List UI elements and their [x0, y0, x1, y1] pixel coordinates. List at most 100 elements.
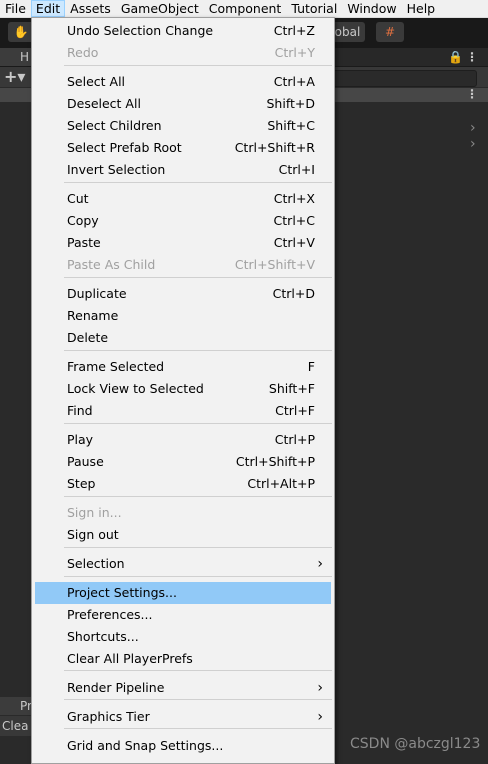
menu-item-graphics-tier[interactable]: Graphics Tier ›	[35, 706, 331, 728]
menu-item-label: Sign in...	[67, 505, 122, 520]
menu-item-label: Shortcuts...	[67, 629, 139, 644]
menu-item-sign-out[interactable]: Sign out	[35, 524, 331, 546]
menu-item-shortcut: Ctrl+X	[273, 191, 315, 206]
menu-item-step[interactable]: Step Ctrl+Alt+P	[35, 473, 331, 495]
menu-assets[interactable]: Assets	[65, 0, 116, 17]
menu-item-project-settings[interactable]: Project Settings...	[35, 582, 331, 604]
menu-item-grid-and-snap-settings[interactable]: Grid and Snap Settings...	[35, 735, 331, 757]
menu-item-undo-selection-change[interactable]: Undo Selection Change Ctrl+Z	[35, 20, 331, 42]
chevron-right-icon[interactable]: ›	[470, 120, 476, 136]
menu-separator	[64, 576, 332, 577]
menu-item-label: Sign out	[67, 527, 119, 542]
menu-item-label: Duplicate	[67, 286, 127, 301]
menu-item-sign-in: Sign in...	[35, 502, 331, 524]
menu-separator	[64, 496, 332, 497]
menu-item-select-children[interactable]: Select Children Shift+C	[35, 115, 331, 137]
menu-item-label: Play	[67, 432, 94, 447]
menu-item-label: Select Prefab Root	[67, 140, 182, 155]
project-tab-label: Pr	[20, 699, 32, 713]
menu-item-select-prefab-root[interactable]: Select Prefab Root Ctrl+Shift+R	[35, 137, 331, 159]
menu-item-label: Project Settings...	[67, 585, 177, 600]
menu-item-redo: Redo Ctrl+Y	[35, 42, 331, 64]
menu-item-label: Paste	[67, 235, 101, 250]
menu-window[interactable]: Window	[342, 0, 401, 17]
hierarchy-search-input[interactable]	[330, 70, 477, 87]
menu-item-rename[interactable]: Rename	[35, 305, 331, 327]
menu-item-label: Pause	[67, 454, 104, 469]
menu-item-play[interactable]: Play Ctrl+P	[35, 429, 331, 451]
menu-item-selection[interactable]: Selection ›	[35, 553, 331, 575]
menu-item-lock-view-to-selected[interactable]: Lock View to Selected Shift+F	[35, 378, 331, 400]
menu-help[interactable]: Help	[402, 0, 441, 17]
menu-gameobject[interactable]: GameObject	[116, 0, 204, 17]
menu-item-label: Graphics Tier	[67, 709, 150, 724]
menu-item-shortcut: Shift+C	[267, 118, 315, 133]
chevron-right-icon: ›	[317, 556, 323, 572]
menu-item-label: Select Children	[67, 118, 162, 133]
menu-item-clear-all-playerprefs[interactable]: Clear All PlayerPrefs	[35, 648, 331, 670]
menu-item-shortcut: Shift+D	[266, 96, 315, 111]
menu-item-label: Grid and Snap Settings...	[67, 738, 224, 753]
menu-separator	[64, 670, 332, 671]
menu-item-paste[interactable]: Paste Ctrl+V	[35, 232, 331, 254]
hierarchy-tab-label: H	[20, 50, 30, 64]
global-label: obal	[334, 25, 361, 39]
menu-item-shortcut: Ctrl+C	[273, 213, 315, 228]
menu-item-shortcut: Ctrl+Shift+P	[235, 454, 315, 469]
menu-item-select-all[interactable]: Select All Ctrl+A	[35, 71, 331, 93]
menu-item-copy[interactable]: Copy Ctrl+C	[35, 210, 331, 232]
menu-item-shortcut: Ctrl+D	[272, 286, 315, 301]
menu-bar: File Edit Assets GameObject Component Tu…	[0, 0, 488, 18]
scene-menu-icon[interactable]: ⋮	[466, 87, 478, 101]
menu-item-label: Preferences...	[67, 607, 153, 622]
menu-item-shortcut: Ctrl+P	[274, 432, 315, 447]
menu-item-preferences[interactable]: Preferences...	[35, 604, 331, 626]
chevron-right-icon[interactable]: ›	[470, 136, 476, 152]
menu-file[interactable]: File	[0, 0, 31, 17]
menu-separator	[64, 182, 332, 183]
menu-separator	[64, 699, 332, 700]
menu-item-delete[interactable]: Delete	[35, 327, 331, 349]
menu-item-label: Cut	[67, 191, 89, 206]
menu-item-shortcut: Ctrl+I	[278, 162, 315, 177]
menu-item-label: Selection	[67, 556, 125, 571]
menu-item-label: Clear All PlayerPrefs	[67, 651, 193, 666]
menu-item-pause[interactable]: Pause Ctrl+Shift+P	[35, 451, 331, 473]
menu-item-invert-selection[interactable]: Invert Selection Ctrl+I	[35, 159, 331, 181]
menu-item-label: Deselect All	[67, 96, 141, 111]
menu-item-shortcut: Shift+F	[268, 381, 315, 396]
menu-item-find[interactable]: Find Ctrl+F	[35, 400, 331, 422]
menu-item-cut[interactable]: Cut Ctrl+X	[35, 188, 331, 210]
lock-icon[interactable]: 🔒	[448, 50, 463, 64]
menu-item-render-pipeline[interactable]: Render Pipeline ›	[35, 677, 331, 699]
menu-item-label: Render Pipeline	[67, 680, 165, 695]
global-toggle-button[interactable]: obal	[330, 22, 365, 42]
menu-item-shortcut: Ctrl+V	[273, 235, 315, 250]
menu-item-label: Invert Selection	[67, 162, 166, 177]
menu-item-shortcut: Ctrl+Shift+V	[234, 257, 315, 272]
panel-menu-icon[interactable]: ⋮	[466, 50, 478, 64]
grid-snap-icon: #	[384, 25, 396, 39]
menu-item-shortcut: F	[307, 359, 315, 374]
menu-item-shortcuts[interactable]: Shortcuts...	[35, 626, 331, 648]
grid-snap-button[interactable]: #	[376, 22, 404, 42]
menu-item-label: Select All	[67, 74, 126, 89]
menu-item-label: Rename	[67, 308, 119, 323]
menu-item-frame-selected[interactable]: Frame Selected F	[35, 356, 331, 378]
menu-item-duplicate[interactable]: Duplicate Ctrl+D	[35, 283, 331, 305]
menu-edit[interactable]: Edit	[30, 0, 66, 17]
chevron-right-icon: ›	[317, 709, 323, 725]
menu-item-shortcut: Ctrl+Y	[274, 45, 315, 60]
menu-item-label: Undo Selection Change	[67, 23, 214, 38]
menu-item-deselect-all[interactable]: Deselect All Shift+D	[35, 93, 331, 115]
menu-component[interactable]: Component	[204, 0, 287, 17]
menu-separator	[64, 65, 332, 66]
edit-dropdown-menu: Undo Selection Change Ctrl+Z Redo Ctrl+Y Sel…	[31, 17, 335, 764]
add-icon[interactable]: +▾	[4, 67, 25, 86]
menu-separator	[64, 547, 332, 548]
menu-separator	[64, 728, 332, 729]
menu-item-label: Frame Selected	[67, 359, 165, 374]
menu-item-label: Paste As Child	[67, 257, 156, 272]
menu-tutorial[interactable]: Tutorial	[286, 0, 342, 17]
menu-item-label: Lock View to Selected	[67, 381, 204, 396]
